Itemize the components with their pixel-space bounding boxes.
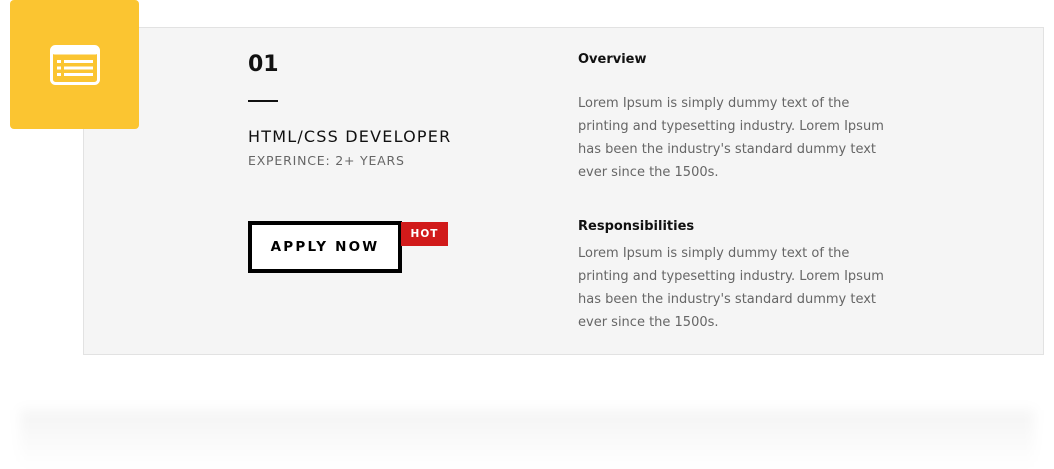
overview-heading: Overview bbox=[578, 52, 647, 67]
bottom-shadow bbox=[20, 410, 1034, 469]
responsibilities-heading: Responsibilities bbox=[578, 219, 695, 234]
title-divider bbox=[248, 100, 278, 102]
overview-text: Lorem Ipsum is simply dummy text of the … bbox=[578, 96, 884, 180]
job-card bbox=[83, 27, 1044, 355]
job-title: HTML/CSS DEVELOPER bbox=[248, 127, 452, 146]
job-listing-section: 01 HTML/CSS DEVELOPER EXPERINCE: 2+ YEAR… bbox=[0, 0, 1054, 469]
responsibilities-text: Lorem Ipsum is simply dummy text of the … bbox=[578, 246, 884, 330]
job-icon-box bbox=[10, 0, 139, 129]
apply-now-button[interactable]: APPLY NOW bbox=[248, 221, 402, 273]
job-experience: EXPERINCE: 2+ YEARS bbox=[248, 153, 405, 168]
hot-badge: HOT bbox=[401, 222, 448, 246]
job-number: 01 bbox=[248, 52, 279, 77]
list-icon bbox=[49, 44, 100, 85]
